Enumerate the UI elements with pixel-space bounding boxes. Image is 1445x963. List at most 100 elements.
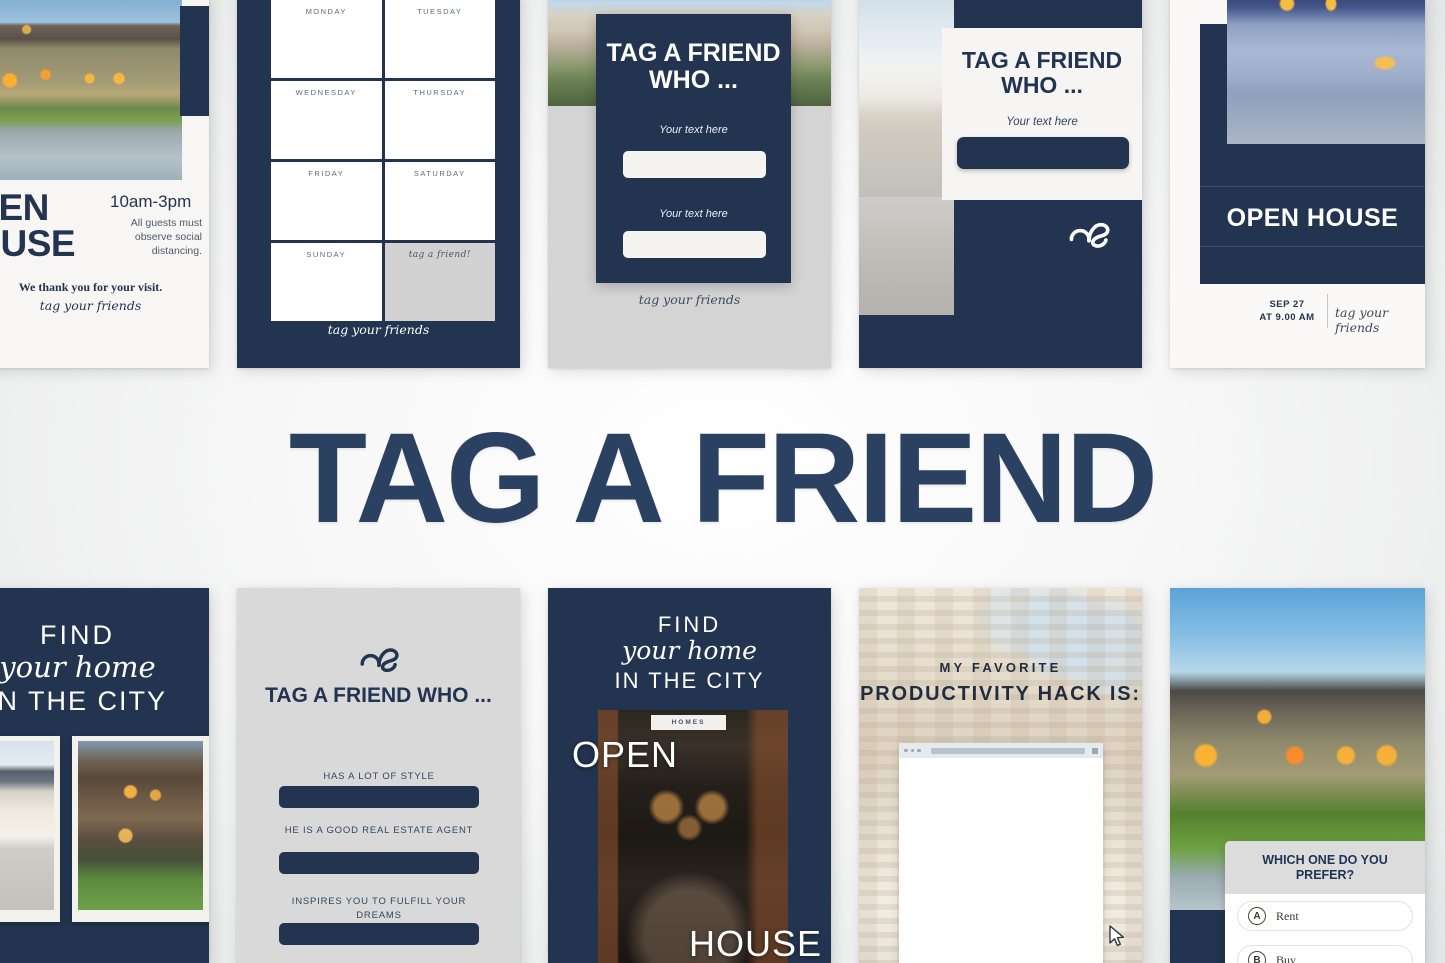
- grid-gap: [831, 588, 859, 963]
- field-label: Your text here: [1006, 116, 1078, 128]
- grid-gap: [1142, 588, 1170, 963]
- tagline: tag your friends: [39, 298, 142, 313]
- thanks-message: We thank you for your visit.: [18, 280, 163, 294]
- blue-house-photo: [1227, 0, 1425, 144]
- window-dot-icon: [910, 748, 914, 753]
- photo-frame-right: [72, 736, 209, 922]
- answer-field-3[interactable]: [279, 923, 479, 945]
- event-date-line-1: SEP 27: [1269, 299, 1305, 310]
- window-menu-icon[interactable]: [1092, 747, 1098, 754]
- question-label-1: HAS A LOT OF STYLE: [323, 771, 435, 782]
- open-house-time: 10am-3pm: [110, 192, 192, 211]
- title-line-1: OPEN: [0, 187, 49, 228]
- planner-day-label: THURSDAY: [413, 88, 467, 97]
- template-row-top: OPEN HOUSE 10am-3pm All guests must obse…: [0, 0, 1445, 368]
- divider-bottom: [1200, 246, 1425, 247]
- grid-gap: [520, 588, 548, 963]
- headline-line-3: IN THE CITY: [614, 668, 765, 693]
- poll-option-box[interactable]: A Rent: [1237, 901, 1413, 931]
- headline-line-2: your home: [0, 650, 156, 684]
- page-title: TAG A FRIEND: [288, 407, 1158, 550]
- brand-monogram-icon: [358, 640, 400, 674]
- planner-cell[interactable]: SUNDAY: [271, 243, 382, 321]
- poll-widget[interactable]: WHICH ONE DO YOU PREFER? A Rent B Buy: [1225, 841, 1425, 963]
- house-photo: [0, 0, 182, 180]
- divider-top: [1200, 186, 1425, 187]
- planner-day-label: MONDAY: [305, 7, 347, 16]
- planner-cell[interactable]: FRIDAY: [271, 162, 382, 240]
- planner-cell[interactable]: THURSDAY: [384, 81, 495, 159]
- tagline: tag your friends: [327, 322, 430, 337]
- question-label-2: HE IS A GOOD REAL ESTATE AGENT: [284, 825, 474, 836]
- answer-field-2[interactable]: [279, 852, 479, 874]
- brand-monogram-icon: [1067, 214, 1111, 250]
- poll-question: WHICH ONE DO YOU PREFER?: [1225, 841, 1425, 894]
- headline-line-2: your home: [622, 636, 757, 665]
- poll-option-label: Rent: [1276, 908, 1299, 923]
- option-key-icon: A: [1248, 907, 1266, 925]
- card-title: OPEN HOUSE: [1226, 204, 1399, 232]
- title-line-2: HOUSE: [0, 223, 76, 265]
- text-field-2[interactable]: [623, 231, 766, 258]
- planner-day-label: WEDNESDAY: [295, 88, 357, 97]
- card-poll-rent-or-buy[interactable]: WHICH ONE DO YOU PREFER? A Rent B Buy: [1170, 588, 1425, 963]
- poll-option-box[interactable]: B Buy: [1237, 945, 1413, 963]
- headline-line-1: MY FAVORITE: [939, 660, 1062, 675]
- grid-gap: [831, 0, 859, 368]
- tagline: tag your friends: [638, 292, 741, 307]
- planner-grid: MONDAY TUESDAY WEDNESDAY THURSDAY FRIDAY…: [271, 0, 495, 321]
- window-dot-icon: [904, 748, 908, 753]
- overlay-word-house: HOUSE: [689, 923, 823, 963]
- modern-house-photo: [859, 0, 954, 197]
- grid-gap: [1142, 0, 1170, 368]
- headline-line-1: FIND: [657, 612, 722, 637]
- planner-day-label: TUESDAY: [417, 7, 463, 16]
- grid-gap: [209, 0, 237, 368]
- grid-gap: [209, 588, 237, 963]
- field-label-1: Your text here: [659, 124, 728, 136]
- card-productivity-hack[interactable]: MY FAVORITE PRODUCTIVITY HACK IS:: [859, 588, 1142, 963]
- text-field-1[interactable]: [623, 151, 766, 178]
- card-open-house-date[interactable]: OPEN HOUSE SEP 27 AT 9.00 AM tag your fr…: [1170, 0, 1425, 368]
- planner-cell[interactable]: TUESDAY: [384, 0, 495, 78]
- address-bar[interactable]: [930, 747, 1085, 754]
- planner-tag-label: tag a friend!: [408, 250, 471, 260]
- grid-gap: [520, 0, 548, 368]
- image-badge: HOMES: [651, 715, 726, 730]
- browser-mockup[interactable]: [899, 743, 1103, 963]
- card-tag-a-friend-dark[interactable]: TAG A FRIEND WHO ... Your text here Your…: [548, 0, 831, 368]
- headline-line-3: IN THE CITY: [0, 686, 168, 716]
- answer-field-1[interactable]: [279, 786, 479, 808]
- poll-option-a[interactable]: A Rent: [1225, 894, 1425, 938]
- planner-cell[interactable]: WEDNESDAY: [271, 81, 382, 159]
- planner-cell[interactable]: MONDAY: [271, 0, 382, 78]
- option-key-icon: B: [1248, 951, 1266, 963]
- card-weekly-planner[interactable]: MONDAY TUESDAY WEDNESDAY THURSDAY FRIDAY…: [237, 0, 520, 368]
- vertical-divider: [1327, 294, 1328, 328]
- planner-cell[interactable]: SATURDAY: [384, 162, 495, 240]
- pavement-photo: [859, 197, 954, 315]
- field-label-2: Your text here: [659, 208, 728, 220]
- poll-option-b[interactable]: B Buy: [1225, 938, 1425, 963]
- question-label-3: INSPIRES YOU TO FULFILL YOUR DREAMS: [291, 896, 467, 921]
- card-find-your-home-interior[interactable]: FIND your home IN THE CITY HOMES OPEN HO…: [548, 588, 831, 963]
- card-heading: TAG A FRIEND WHO ...: [961, 47, 1123, 99]
- headline-line-1: FIND: [40, 620, 115, 650]
- planner-cell-tag-a-friend[interactable]: tag a friend!: [384, 243, 495, 321]
- card-heading: TAG A FRIEND WHO ...: [606, 39, 781, 94]
- card-tag-a-friend-questions[interactable]: TAG A FRIEND WHO ... HAS A LOT OF STYLE …: [237, 588, 520, 963]
- planner-day-label: SUNDAY: [306, 250, 347, 259]
- craftsman-home-photo: [78, 741, 203, 910]
- navy-accent-block: [180, 6, 209, 116]
- event-date: SEP 27 AT 9.00 AM: [1254, 298, 1320, 325]
- text-field[interactable]: [957, 137, 1129, 169]
- poll-option-label: Buy: [1276, 952, 1297, 963]
- card-tag-a-friend-light[interactable]: TAG A FRIEND WHO ... Your text here: [859, 0, 1142, 368]
- window-dot-icon: [917, 748, 921, 753]
- planner-day-label: SATURDAY: [413, 169, 466, 178]
- card-open-house-info[interactable]: OPEN HOUSE 10am-3pm All guests must obse…: [0, 0, 209, 368]
- event-date-line-2: AT 9.00 AM: [1259, 312, 1315, 324]
- card-find-your-home-photos[interactable]: FIND your home IN THE CITY: [0, 588, 209, 963]
- photo-frame-left: [0, 736, 60, 922]
- overlay-word-open: OPEN: [572, 734, 679, 775]
